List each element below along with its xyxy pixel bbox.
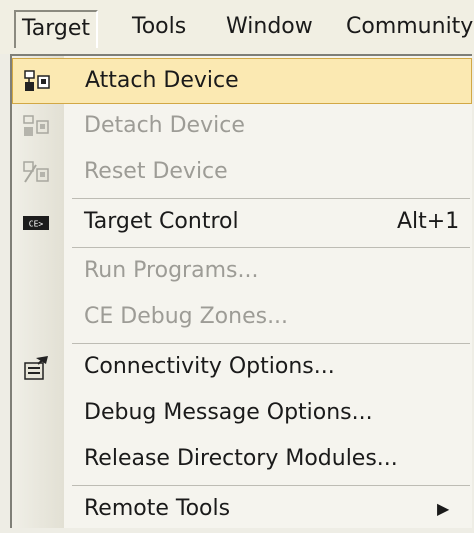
- submenu-arrow-icon: ▶: [437, 499, 450, 518]
- menu-target[interactable]: Target: [14, 10, 99, 48]
- menu-separator: [72, 343, 470, 344]
- menu-item-run-programs[interactable]: Run Programs...: [12, 249, 472, 295]
- connectivity-options-icon: [24, 356, 48, 380]
- target-dropdown-menu: Attach Device Detach Device Reset Device…: [10, 54, 472, 528]
- menu-item-remote-tools[interactable]: Remote Tools ▶: [12, 487, 472, 533]
- menu-item-ce-debug-zones[interactable]: CE Debug Zones...: [12, 295, 472, 341]
- menu-tools-label: Tools: [132, 14, 187, 39]
- menu-target-label: Target: [22, 16, 91, 41]
- menu-item-attach-device[interactable]: Attach Device: [12, 58, 472, 104]
- svg-text:CE>: CE>: [29, 220, 44, 229]
- menu-bar: Target Tools Window Community: [0, 0, 474, 54]
- menu-item-connectivity-options[interactable]: Connectivity Options...: [12, 345, 472, 391]
- menu-item-label: Remote Tools: [84, 496, 231, 521]
- menu-item-label: Connectivity Options...: [84, 354, 335, 379]
- reset-device-icon: [23, 161, 49, 183]
- menu-separator: [72, 198, 470, 199]
- menu-community[interactable]: Community: [340, 10, 474, 46]
- menu-item-label: Run Programs...: [84, 258, 259, 283]
- menu-window[interactable]: Window: [220, 10, 319, 46]
- menu-item-label: Debug Message Options...: [84, 400, 373, 425]
- menu-item-label: Attach Device: [85, 68, 239, 93]
- menu-window-label: Window: [226, 14, 313, 39]
- detach-device-icon: [23, 115, 49, 136]
- menu-item-target-control[interactable]: CE> Target Control Alt+1: [12, 200, 472, 246]
- menu-item-reset-device[interactable]: Reset Device: [12, 150, 472, 196]
- menu-item-debug-message-options[interactable]: Debug Message Options...: [12, 391, 472, 437]
- menu-item-label: Target Control: [84, 209, 239, 234]
- menu-item-label: Release Directory Modules...: [84, 446, 398, 471]
- menu-separator: [72, 247, 470, 248]
- menu-item-release-directory-modules[interactable]: Release Directory Modules...: [12, 437, 472, 483]
- menu-tools[interactable]: Tools: [126, 10, 192, 46]
- menu-item-label: CE Debug Zones...: [84, 304, 289, 329]
- menu-item-shortcut: Alt+1: [397, 209, 460, 234]
- menu-item-label: Detach Device: [84, 113, 245, 138]
- menu-item-label: Reset Device: [84, 159, 228, 184]
- menu-separator: [72, 485, 470, 486]
- attach-device-icon: [24, 70, 50, 91]
- target-control-icon: CE>: [23, 216, 49, 230]
- menu-community-label: Community: [346, 14, 474, 39]
- menu-item-detach-device[interactable]: Detach Device: [12, 104, 472, 150]
